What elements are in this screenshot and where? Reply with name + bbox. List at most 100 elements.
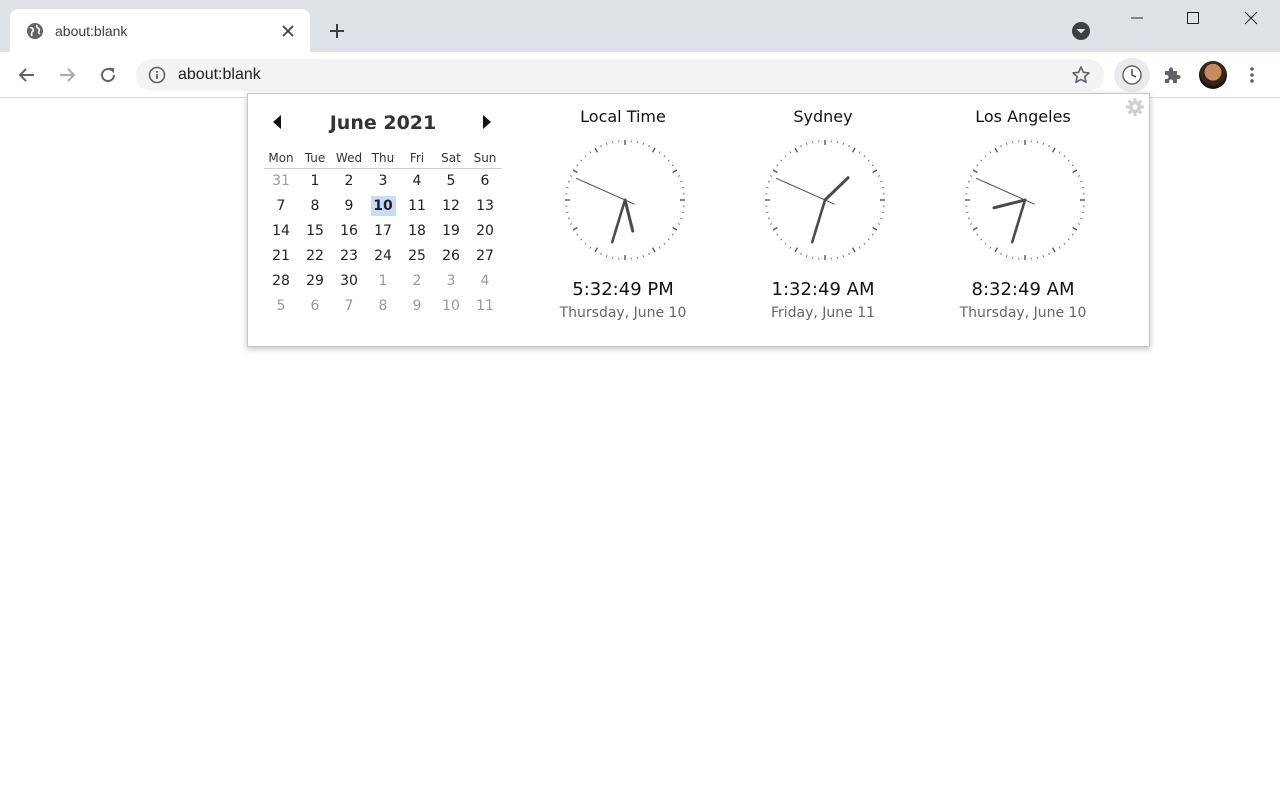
clock-minor-tick bbox=[667, 159, 670, 162]
weekday-label: Mon bbox=[264, 148, 298, 169]
clock-minor-tick bbox=[680, 181, 683, 183]
calendar-day-today[interactable]: 10 bbox=[366, 193, 400, 218]
calendar-day[interactable]: 6 bbox=[298, 293, 332, 318]
clock-minor-tick bbox=[570, 223, 573, 225]
reload-icon[interactable] bbox=[94, 61, 122, 89]
clock-minor-tick bbox=[584, 242, 587, 245]
clock-minute-hand bbox=[810, 198, 827, 244]
calendar-day[interactable]: 18 bbox=[400, 218, 434, 243]
calendar-day[interactable]: 8 bbox=[366, 293, 400, 318]
analog-clock-face bbox=[765, 140, 885, 260]
calendar-day[interactable]: 10 bbox=[434, 293, 468, 318]
calendar-day[interactable]: 25 bbox=[400, 243, 434, 268]
forward-arrow-icon[interactable] bbox=[53, 61, 81, 89]
clock-major-tick bbox=[594, 147, 599, 153]
calendar-day[interactable]: 3 bbox=[434, 268, 468, 293]
calendar-day[interactable]: 26 bbox=[434, 243, 468, 268]
calendar-day[interactable]: 9 bbox=[332, 193, 366, 218]
calendar-day-number: 22 bbox=[306, 247, 324, 264]
info-icon[interactable] bbox=[148, 66, 166, 84]
calendar-day[interactable]: 27 bbox=[468, 243, 502, 268]
calendar-day-number: 3 bbox=[446, 272, 456, 289]
calendar-day[interactable]: 17 bbox=[366, 218, 400, 243]
calendar-day-number: 18 bbox=[408, 222, 426, 239]
clock-minor-tick bbox=[1058, 151, 1061, 154]
puzzle-icon[interactable] bbox=[1160, 63, 1184, 87]
calendar-day-number: 6 bbox=[480, 172, 490, 189]
calendar-day[interactable]: 2 bbox=[332, 168, 366, 193]
calendar-day[interactable]: 6 bbox=[468, 168, 502, 193]
clock-minor-tick bbox=[980, 159, 983, 162]
plus-icon[interactable] bbox=[325, 19, 349, 43]
clock-major-tick bbox=[872, 169, 878, 174]
clock-minor-tick bbox=[984, 155, 987, 158]
calendar-day[interactable]: 30 bbox=[332, 268, 366, 293]
calendar-day-number: 30 bbox=[340, 272, 358, 289]
gear-icon[interactable] bbox=[1125, 97, 1145, 117]
chevron-down-circle-icon[interactable] bbox=[1070, 20, 1092, 42]
clock-label: Sydney bbox=[793, 107, 853, 126]
calendar-day[interactable]: 9 bbox=[400, 293, 434, 318]
close-icon[interactable] bbox=[278, 21, 298, 41]
calendar-day-number: 17 bbox=[374, 222, 392, 239]
calendar-day[interactable]: 24 bbox=[366, 243, 400, 268]
calendar-day[interactable]: 23 bbox=[332, 243, 366, 268]
clock-second-hand bbox=[976, 177, 1035, 205]
avatar[interactable] bbox=[1199, 61, 1227, 89]
clock-major-tick bbox=[1072, 226, 1078, 231]
clock-minor-tick bbox=[776, 233, 779, 236]
calendar-day[interactable]: 8 bbox=[298, 193, 332, 218]
calendar-day-number: 7 bbox=[276, 197, 286, 214]
calendar-day-number: 11 bbox=[408, 197, 426, 214]
kebab-menu-icon[interactable] bbox=[1240, 63, 1264, 87]
maximize-icon[interactable] bbox=[1164, 0, 1222, 36]
minimize-icon[interactable] bbox=[1108, 0, 1166, 36]
calendar-day[interactable]: 16 bbox=[332, 218, 366, 243]
clock-minor-tick bbox=[1080, 217, 1083, 219]
calendar-day[interactable]: 2 bbox=[400, 268, 434, 293]
calendar-day-number: 9 bbox=[412, 297, 422, 314]
clock-minor-tick bbox=[580, 238, 583, 241]
calendar-day[interactable]: 13 bbox=[468, 193, 502, 218]
tab-active[interactable]: about:blank bbox=[10, 9, 310, 52]
calendar-day[interactable]: 1 bbox=[298, 168, 332, 193]
star-icon[interactable] bbox=[1071, 65, 1091, 85]
calendar-day[interactable]: 1 bbox=[366, 268, 400, 293]
calendar-day[interactable]: 11 bbox=[400, 193, 434, 218]
calendar-day[interactable]: 21 bbox=[264, 243, 298, 268]
calendar-day[interactable]: 7 bbox=[332, 293, 366, 318]
calendar-day[interactable]: 4 bbox=[468, 268, 502, 293]
calendar-day[interactable]: 12 bbox=[434, 193, 468, 218]
window-close-icon[interactable] bbox=[1222, 0, 1280, 36]
calendar-week-row: 28 29 30 1 2 3 4 bbox=[264, 268, 502, 293]
calendar-day[interactable]: 29 bbox=[298, 268, 332, 293]
clock-minor-tick bbox=[671, 233, 674, 236]
calendar-day[interactable]: 4 bbox=[400, 168, 434, 193]
calendar-day[interactable]: 19 bbox=[434, 218, 468, 243]
clock-time: 5:32:49 PM bbox=[572, 279, 674, 300]
calendar-day[interactable]: 15 bbox=[298, 218, 332, 243]
url-text[interactable]: about:blank bbox=[178, 66, 261, 84]
calendar-day[interactable]: 7 bbox=[264, 193, 298, 218]
clock-minor-tick bbox=[567, 217, 570, 219]
calendar-day[interactable]: 3 bbox=[366, 168, 400, 193]
clock-icon[interactable] bbox=[1114, 58, 1150, 92]
calendar-day[interactable]: 20 bbox=[468, 218, 502, 243]
clock-minor-tick bbox=[663, 155, 666, 158]
calendar-day[interactable]: 22 bbox=[298, 243, 332, 268]
calendar-day[interactable]: 5 bbox=[264, 293, 298, 318]
clock-minor-tick bbox=[1000, 252, 1002, 255]
calendar-day-number: 29 bbox=[306, 272, 324, 289]
clock-minor-tick bbox=[800, 252, 802, 255]
clock-major-tick bbox=[972, 169, 978, 174]
clock-minor-tick bbox=[989, 151, 992, 154]
calendar-day[interactable]: 31 bbox=[264, 168, 298, 193]
calendar-day[interactable]: 14 bbox=[264, 218, 298, 243]
calendar-day[interactable]: 5 bbox=[434, 168, 468, 193]
triangle-right-icon[interactable] bbox=[480, 114, 494, 130]
calendar-day[interactable]: 11 bbox=[468, 293, 502, 318]
back-arrow-icon[interactable] bbox=[13, 61, 41, 89]
clock-minor-tick bbox=[767, 217, 770, 219]
calendar-day[interactable]: 28 bbox=[264, 268, 298, 293]
address-bar[interactable]: about:blank bbox=[136, 59, 1104, 91]
